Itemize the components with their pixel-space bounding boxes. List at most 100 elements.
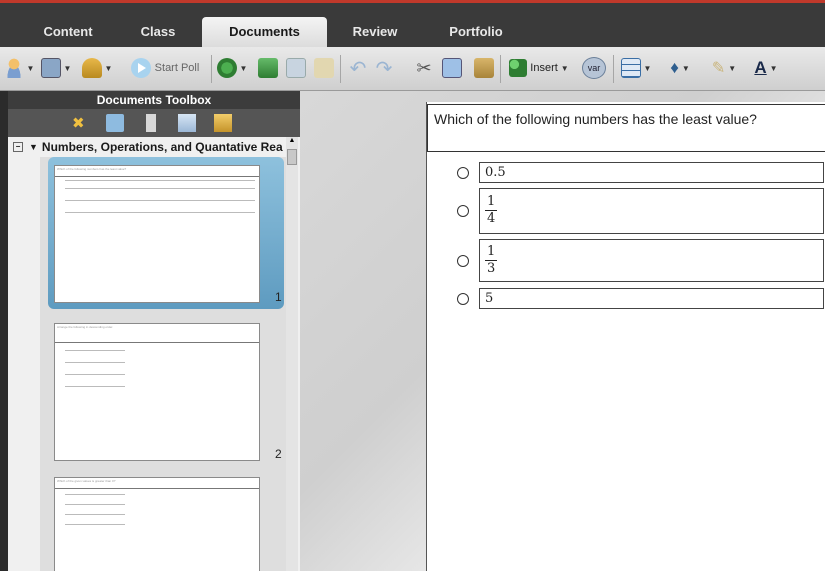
thumb-option-line [65, 374, 125, 375]
radio-button[interactable] [457, 292, 469, 305]
camera-icon [40, 58, 61, 78]
answer-choice-3[interactable]: 1 3 [457, 239, 824, 282]
chevron-down-icon: ▼ [239, 63, 248, 73]
thumb-option-line [65, 494, 125, 495]
fraction: 1 3 [485, 244, 498, 277]
chevron-down-icon: ▼ [560, 63, 569, 73]
refresh-icon [258, 58, 278, 78]
properties-button[interactable] [312, 56, 336, 80]
undo-button[interactable]: ↶ [346, 56, 370, 80]
denominator: 3 [487, 261, 496, 276]
thumb-question: Which of the given values is greater tha… [55, 478, 259, 489]
radio-button[interactable] [457, 254, 469, 267]
divider [211, 55, 212, 83]
answer-choice-4[interactable]: 5 [457, 288, 824, 309]
tree-section-header[interactable]: − ▼ Numbers, Operations, and Quantative … [8, 137, 300, 157]
page-thumbnails: Which of the following numbers has the l… [40, 157, 286, 571]
content-folder-icon[interactable] [214, 114, 232, 132]
tab-review[interactable]: Review [335, 17, 415, 47]
choice-value: 5 [485, 291, 494, 306]
screen-capture-button[interactable]: ▼ [38, 56, 74, 80]
fraction: 1 4 [485, 194, 498, 227]
scissors-icon: ✂ [416, 57, 432, 78]
page-number: 1 [275, 290, 282, 304]
denominator: 4 [487, 211, 496, 226]
table-button[interactable]: ▼ [616, 56, 656, 80]
paste-button[interactable] [472, 56, 496, 80]
collapse-icon[interactable]: − [13, 142, 23, 152]
choice-box[interactable]: 1 3 [479, 239, 824, 282]
scroll-up-arrow[interactable]: ▲ [286, 137, 298, 147]
page-tree: − ▼ Numbers, Operations, and Quantative … [8, 137, 300, 571]
pencil-icon: ✎ [711, 60, 726, 77]
insert-menu-button[interactable]: Insert ▼ [504, 56, 574, 80]
thumb-question: Arrange the following in descending orde… [55, 324, 259, 343]
radio-button[interactable] [457, 205, 469, 217]
thumb-question: Which of the following numbers has the l… [55, 166, 259, 177]
page-thumbnail-3[interactable]: Which of the given values is greater tha… [54, 477, 260, 571]
redo-icon: ↷ [375, 57, 393, 80]
handheld-icon[interactable] [146, 114, 156, 132]
numerator: 1 [485, 194, 498, 211]
fill-color-button[interactable]: ♦ ▼ [660, 56, 700, 80]
start-poll-button[interactable]: Start Poll [122, 56, 208, 80]
chevron-down-icon: ▼ [643, 63, 652, 73]
user-menu-button[interactable]: ▼ [2, 56, 36, 80]
choice-box[interactable]: 0.5 [479, 162, 824, 183]
text-color-button[interactable]: A ▼ [748, 56, 784, 80]
divider [500, 55, 501, 83]
choice-box[interactable]: 1 4 [479, 188, 824, 234]
top-tab-bar: Content Class Documents Review Portfolio [0, 0, 825, 47]
thumb-option-line [65, 212, 255, 213]
divider [340, 55, 341, 83]
thumb-option-line [65, 514, 125, 515]
page-thumbnail-2[interactable]: Arrange the following in descending orde… [54, 323, 260, 461]
toolbox-tab-strip: ✖ [8, 109, 300, 137]
thumb-option-line [65, 200, 255, 201]
properties-icon [314, 58, 334, 78]
answer-choice-1[interactable]: 0.5 [457, 162, 824, 183]
divider [613, 55, 614, 83]
tools-icon[interactable]: ✖ [72, 114, 90, 132]
page-number: 2 [275, 447, 282, 461]
thumb-option-line [65, 386, 125, 387]
line-color-button[interactable]: ✎ ▼ [704, 56, 744, 80]
new-page-button[interactable]: ▼ [214, 56, 250, 80]
page-sorter-icon[interactable] [106, 114, 124, 132]
tab-class[interactable]: Class [122, 17, 194, 47]
answer-choice-2[interactable]: 1 4 [457, 188, 824, 234]
radio-button[interactable] [457, 166, 469, 179]
thumb-option-line [65, 524, 125, 525]
user-icon [3, 58, 24, 78]
redo-button[interactable]: ↷ [372, 56, 396, 80]
save-button[interactable] [284, 56, 308, 80]
thumb-option-line [65, 504, 125, 505]
chevron-down-icon: ▼ [769, 63, 778, 73]
chevron-down-icon: ▼ [63, 63, 72, 73]
variable-button[interactable]: var [580, 56, 608, 80]
scroll-thumb[interactable] [287, 149, 297, 165]
cut-button[interactable]: ✂ [412, 56, 436, 80]
insert-label: Insert [530, 62, 558, 74]
section-title: Numbers, Operations, and Quantative Rea [41, 140, 283, 154]
tab-documents[interactable]: Documents [202, 17, 327, 47]
numerator: 1 [485, 244, 498, 261]
page-thumbnail-1[interactable]: Which of the following numbers has the l… [54, 165, 260, 303]
tab-content[interactable]: Content [28, 17, 108, 47]
tab-portfolio[interactable]: Portfolio [430, 17, 522, 47]
copy-button[interactable] [440, 56, 464, 80]
thumb-option-line [65, 188, 255, 189]
save-icon [286, 58, 306, 78]
refresh-button[interactable] [256, 56, 280, 80]
thumb-option-line [65, 350, 125, 351]
sidebar-scrollbar[interactable]: ▲ [286, 137, 298, 571]
undo-icon: ↶ [349, 57, 367, 80]
toolbox-title: Documents Toolbox [8, 91, 300, 109]
thumb-option-line [65, 180, 255, 181]
thumb-option-line [65, 362, 125, 363]
library-icon[interactable] [178, 114, 196, 132]
question-text[interactable]: Which of the following numbers has the l… [427, 104, 825, 152]
choice-box[interactable]: 5 [479, 288, 824, 309]
send-to-class-button[interactable]: ▼ [78, 56, 116, 80]
add-page-icon [216, 58, 237, 78]
